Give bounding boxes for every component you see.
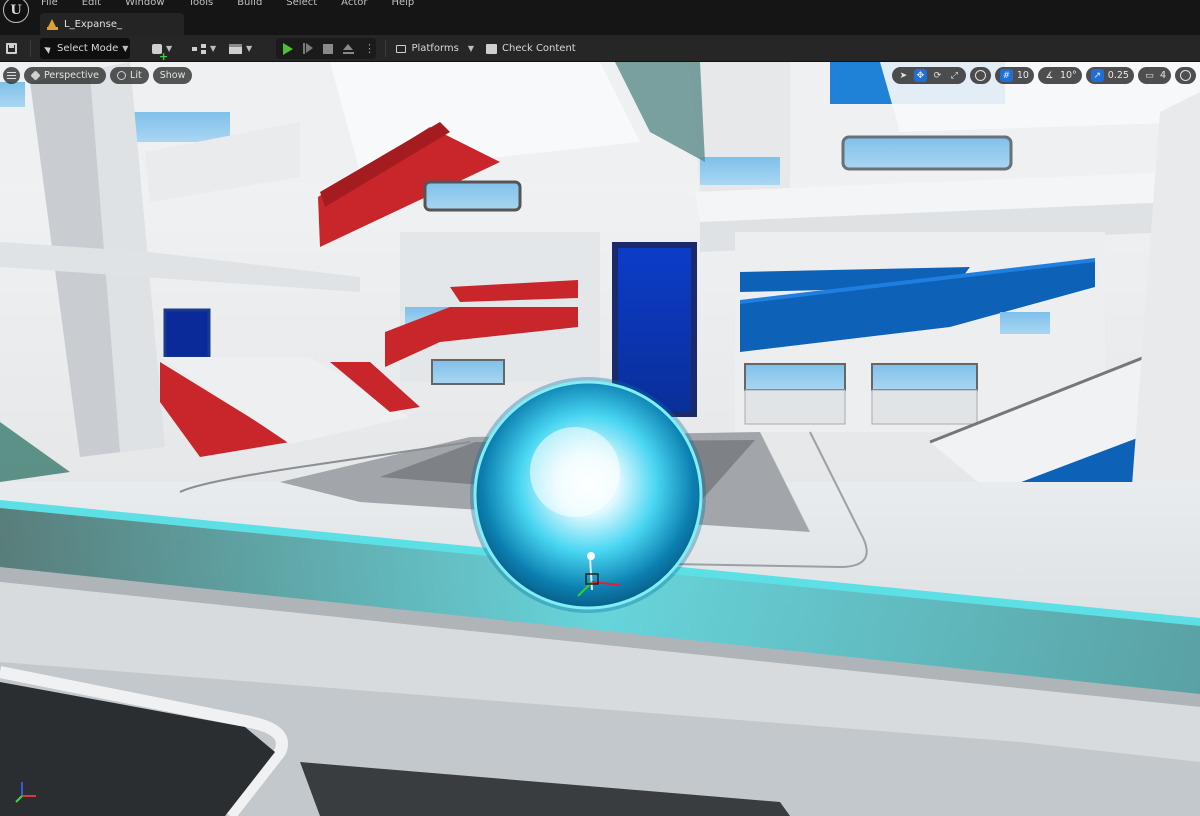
blueprint-icon: [192, 43, 206, 54]
scale-icon[interactable]: ⤢: [948, 69, 961, 82]
perspective-label: Perspective: [44, 70, 100, 81]
save-icon: [6, 43, 17, 54]
step-frame-icon[interactable]: [303, 43, 313, 54]
toolbar-divider: [385, 40, 386, 57]
main-toolbar: Select Mode ▼ + ▼ ▼ ▼ ⋮ Platforms ▼ Chec…: [0, 35, 1200, 63]
chevron-down-icon: ▼: [467, 44, 474, 53]
rotation-snap-value: 10°: [1059, 70, 1077, 81]
add-cube-icon: +: [152, 43, 168, 63]
rotate-icon[interactable]: ⟳: [931, 69, 944, 82]
scale-snap-icon: ↗: [1090, 69, 1104, 82]
perspective-dropdown[interactable]: Perspective: [24, 67, 107, 84]
chevron-down-icon: ▼: [246, 44, 253, 53]
level-viewport[interactable]: Perspective Lit Show ➤ ✥ ⟳ ⤢ # 10 ∡ 10°: [0, 62, 1200, 816]
menu-help[interactable]: Help: [391, 0, 414, 10]
play-icon[interactable]: [283, 42, 293, 55]
check-content-icon: [486, 43, 497, 54]
menu-edit[interactable]: Edit: [82, 0, 101, 10]
eject-icon[interactable]: [343, 43, 354, 54]
main-menu: File Edit Window Tools Build Select Acto…: [41, 0, 438, 10]
platforms-dropdown[interactable]: Platforms ▼: [396, 38, 474, 59]
level-icon: [46, 18, 59, 30]
rotation-snap-control[interactable]: ∡ 10°: [1037, 67, 1082, 84]
lit-dropdown[interactable]: Lit: [110, 67, 149, 84]
scale-snap-control[interactable]: ↗ 0.25: [1085, 67, 1134, 84]
grid-snap-control[interactable]: # 10: [994, 67, 1034, 84]
stop-icon[interactable]: [323, 43, 333, 54]
add-actor-button[interactable]: + ▼: [152, 38, 180, 63]
viewport-options-button[interactable]: [3, 67, 20, 84]
platforms-icon: [396, 44, 407, 53]
cursor-arrow-icon: [44, 43, 53, 54]
hamburger-menu-icon: [7, 72, 16, 79]
maximize-icon: [1180, 70, 1191, 81]
rotation-snap-icon: ∡: [1045, 70, 1054, 81]
menu-window[interactable]: Window: [125, 0, 164, 10]
select-mode-dropdown[interactable]: Select Mode ▼: [40, 38, 130, 59]
maximize-viewport-button[interactable]: [1175, 67, 1196, 84]
menu-build[interactable]: Build: [237, 0, 262, 10]
axis-gizmo-icon: [15, 782, 36, 803]
camera-speed-control[interactable]: ▭ 4: [1137, 67, 1171, 84]
chevron-down-icon: ▼: [122, 44, 129, 53]
check-content-label: Check Content: [502, 43, 576, 54]
show-dropdown[interactable]: Show: [152, 67, 193, 84]
perspective-cube-icon: [30, 70, 41, 81]
select-mode-label: Select Mode: [57, 43, 119, 54]
scale-snap-value: 0.25: [1107, 70, 1129, 81]
camera-icon: ▭: [1145, 70, 1154, 81]
level-tab[interactable]: L_Expanse_: [40, 13, 184, 35]
toolbar-divider: [30, 40, 31, 57]
menu-actor[interactable]: Actor: [341, 0, 367, 10]
camera-speed-value: 4: [1159, 70, 1166, 81]
save-button[interactable]: [6, 38, 20, 59]
scene-render: [0, 62, 1200, 816]
blueprint-button[interactable]: ▼: [192, 38, 218, 59]
grid-snap-icon: #: [999, 69, 1013, 82]
platforms-label: Platforms: [411, 43, 459, 54]
play-controls: ⋮: [276, 38, 376, 59]
show-label: Show: [159, 70, 186, 81]
menu-select[interactable]: Select: [286, 0, 317, 10]
menu-file[interactable]: File: [41, 0, 58, 10]
level-tab-label: L_Expanse_: [64, 18, 122, 30]
document-tab-bar: L_Expanse_: [0, 12, 1200, 35]
world-globe-icon: [974, 70, 986, 81]
lit-mode-icon: [117, 71, 127, 80]
chevron-down-icon: ▼: [210, 44, 217, 53]
select-arrow-icon[interactable]: ➤: [897, 69, 910, 82]
translate-icon[interactable]: ✥: [913, 69, 927, 82]
play-options-icon[interactable]: ⋮: [364, 42, 375, 55]
menu-bar: U File Edit Window Tools Build Select Ac…: [0, 0, 1200, 23]
coordinate-space-toggle[interactable]: [969, 67, 991, 84]
transform-tools: ➤ ✥ ⟳ ⤢: [891, 67, 966, 84]
grid-snap-value: 10: [1016, 70, 1029, 81]
viewport-left-controls: Perspective Lit Show: [3, 67, 193, 84]
viewport-right-controls: ➤ ✥ ⟳ ⤢ # 10 ∡ 10° ↗ 0.25 ▭ 4: [891, 67, 1196, 84]
menu-tools[interactable]: Tools: [189, 0, 214, 10]
check-content-button[interactable]: Check Content: [486, 38, 576, 59]
cinematics-button[interactable]: ▼: [229, 38, 255, 59]
clapperboard-icon: [229, 43, 242, 54]
lit-label: Lit: [130, 70, 142, 81]
